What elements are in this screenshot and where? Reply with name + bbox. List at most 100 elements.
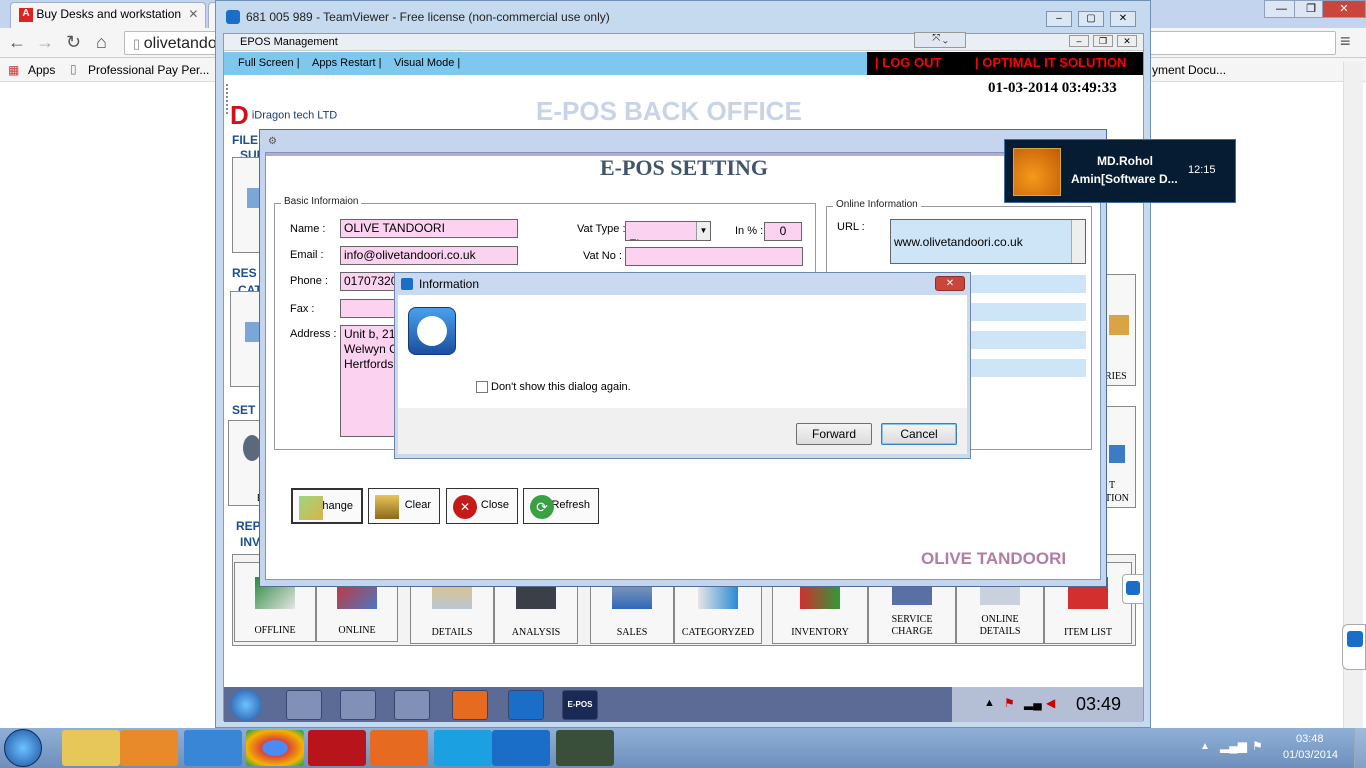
menu-full-screen[interactable]: Full Screen |	[238, 57, 300, 69]
bookmark-payment-docu[interactable]: yment Docu...	[1152, 63, 1226, 77]
module-tile[interactable]: E	[228, 420, 264, 506]
email-field[interactable]: info@olivetandoori.co.uk	[340, 246, 518, 265]
close-button[interactable]: ✕	[935, 276, 965, 291]
start-button[interactable]	[230, 689, 262, 721]
chat-notification[interactable]: MD.Rohol Amin[Software D... 12:15	[1004, 139, 1236, 203]
scrollbar[interactable]	[1071, 220, 1085, 263]
folder-icon[interactable]	[340, 690, 376, 720]
clear-button[interactable]: Clear	[368, 488, 440, 524]
windows-taskbar: ▲ ▂▄▆ ⚑ 03:48 01/03/2014	[0, 728, 1366, 768]
url-text: olivetando	[143, 35, 217, 52]
module-label: ONLINE DETAILS	[979, 614, 1021, 637]
start-button[interactable]	[4, 729, 42, 767]
tray-flag-icon[interactable]: ⚑	[1004, 696, 1015, 710]
minimize-button[interactable]: –	[1046, 11, 1072, 27]
module-label: CATEGORYZED	[681, 627, 755, 638]
ie-icon[interactable]	[184, 730, 242, 766]
firefox-icon[interactable]	[370, 730, 428, 766]
sender-subtitle: Amin[Software D...	[1071, 172, 1178, 186]
group-label: Online Information	[833, 199, 921, 210]
cancel-button[interactable]: Cancel	[881, 423, 957, 445]
forward-icon[interactable]: →	[36, 32, 54, 53]
teamviewer-icon[interactable]	[492, 730, 550, 766]
page-icon: ▯	[70, 62, 77, 76]
media-player-icon[interactable]	[394, 690, 430, 720]
brand-logo: D iDragon tech LTD	[230, 100, 337, 131]
close-button[interactable]: ✕	[1110, 11, 1136, 27]
online-field[interactable]	[970, 359, 1086, 377]
media-player-icon[interactable]	[120, 730, 178, 766]
dont-show-checkbox[interactable]	[476, 381, 488, 393]
minimize-button[interactable]: –	[1069, 35, 1089, 47]
percent-field[interactable]: 0	[764, 222, 802, 241]
tray-up-icon[interactable]: ▲	[1200, 741, 1210, 752]
close-button[interactable]: ✕	[1117, 35, 1137, 47]
tray-network-icon[interactable]: ▂▄	[1024, 696, 1042, 710]
pencil-icon	[299, 496, 323, 520]
close-icon[interactable]: ✕	[188, 7, 198, 21]
chrome-icon[interactable]	[246, 730, 304, 766]
module-label: SALES	[616, 627, 648, 638]
module-tile[interactable]: A	[230, 291, 266, 387]
teamviewer-side-tab[interactable]	[1122, 574, 1144, 604]
teamviewer-side-tab[interactable]	[1342, 624, 1366, 670]
teamviewer-icon	[401, 278, 413, 290]
ie-icon[interactable]	[286, 690, 322, 720]
module-tile[interactable]	[232, 157, 263, 253]
teamviewer-title: 681 005 989 - TeamViewer - Free license …	[246, 10, 610, 24]
tray-volume-icon[interactable]: ◀	[1046, 696, 1055, 710]
vat-type-select[interactable]: Flat ▼	[625, 221, 711, 241]
maximize-button[interactable]: ▢	[1078, 11, 1104, 27]
bookmark-apps[interactable]: Apps	[28, 63, 55, 77]
menu-visual-mode[interactable]: Visual Mode |	[394, 57, 460, 69]
chevron-down-icon[interactable]: ▼	[696, 222, 710, 240]
acrobat-icon[interactable]	[308, 730, 366, 766]
settings-icon: ⚙	[268, 136, 277, 147]
dont-show-label: Don't show this dialog again.	[491, 381, 631, 393]
module-label: OFFLINE	[254, 625, 296, 636]
tray-up-icon[interactable]: ▲	[984, 697, 995, 709]
settings-title: E-POS SETTING	[599, 155, 769, 180]
tray-network-icon[interactable]: ▂▄▆	[1220, 739, 1247, 753]
address-label: Address :	[290, 328, 337, 340]
online-field[interactable]	[970, 331, 1086, 349]
minimize-button[interactable]: —	[1264, 0, 1298, 18]
forward-button[interactable]: Forward	[796, 423, 872, 445]
bookmark-professional-pay[interactable]: Professional Pay Per...	[88, 63, 209, 77]
logout-link[interactable]: | LOG OUT	[875, 55, 941, 70]
firefox-icon[interactable]	[452, 690, 488, 720]
teamviewer-icon[interactable]	[508, 690, 544, 720]
change-button[interactable]: Change	[291, 488, 363, 524]
module-label: DETAILS	[431, 627, 473, 638]
remote-display-icon[interactable]	[556, 730, 614, 766]
menu-icon[interactable]: ≡	[1340, 31, 1351, 52]
url-field[interactable]: www.olivetandoori.co.uk	[890, 219, 1086, 264]
skype-icon[interactable]	[434, 730, 492, 766]
explorer-icon[interactable]	[62, 730, 120, 766]
section-set: SET	[232, 403, 256, 417]
close-button[interactable]: ✕ Close	[446, 488, 518, 524]
tray-flag-icon[interactable]: ⚑	[1252, 739, 1263, 753]
restore-button[interactable]: ❐	[1093, 35, 1113, 47]
dragon-logo-icon: D	[230, 100, 249, 130]
epos-taskbar-button[interactable]: E-POS	[562, 690, 598, 720]
online-field[interactable]	[970, 275, 1086, 293]
browser-tab[interactable]: A Buy Desks and workstation ✕	[10, 2, 206, 28]
show-desktop-button[interactable]	[1354, 728, 1366, 768]
module-tile[interactable]: T TION	[1104, 406, 1136, 508]
module-tile[interactable]: RIES	[1104, 274, 1136, 386]
broom-icon	[375, 495, 399, 519]
back-icon[interactable]: ←	[8, 32, 26, 53]
online-field[interactable]	[970, 303, 1086, 321]
menu-apps-restart[interactable]: Apps Restart |	[312, 57, 382, 69]
reload-icon[interactable]: ↻	[66, 32, 81, 53]
teamviewer-panel-toggle[interactable]: ⤧ ⌄	[914, 32, 966, 48]
section-rep: REP	[236, 519, 261, 533]
vat-no-field[interactable]	[625, 247, 803, 266]
home-icon[interactable]: ⌂	[96, 32, 107, 53]
name-field[interactable]: OLIVE TANDOORI	[340, 219, 518, 238]
brand-name: iDragon tech LTD	[251, 109, 338, 122]
refresh-button[interactable]: ⟳ Refresh	[523, 488, 599, 524]
company-name: | OPTIMAL IT SOLUTION	[975, 55, 1127, 70]
close-button[interactable]: ✕	[1322, 0, 1366, 18]
